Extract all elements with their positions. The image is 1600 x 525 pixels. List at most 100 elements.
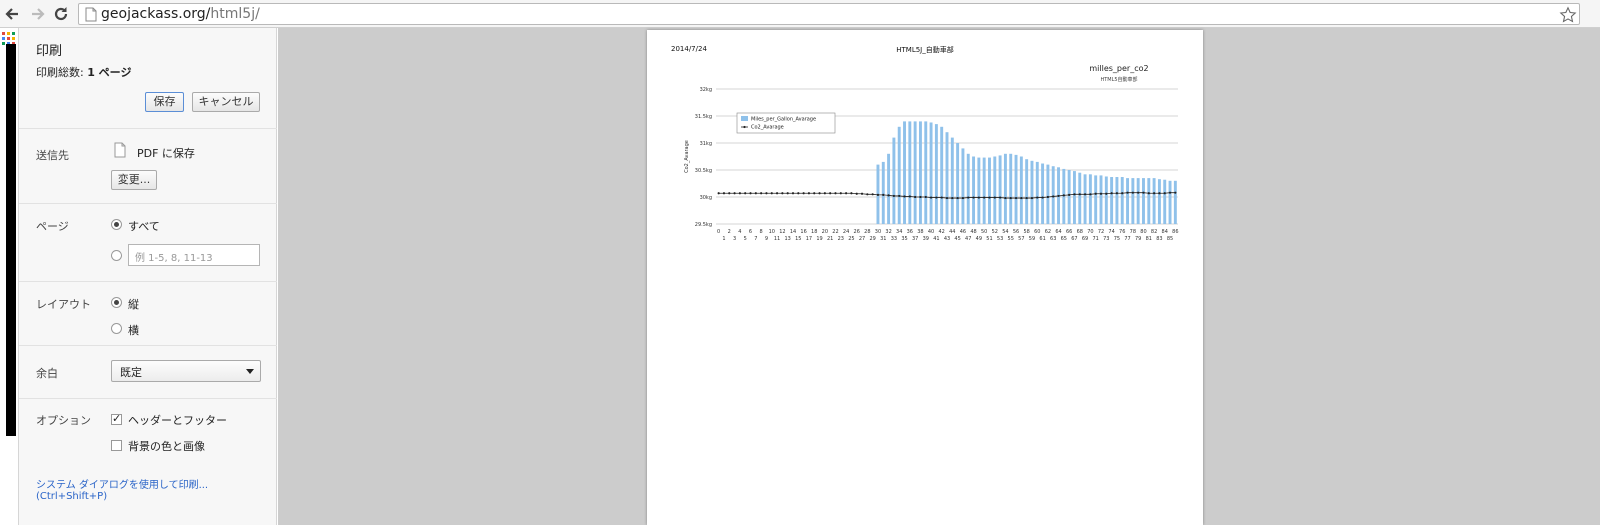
line-point xyxy=(1004,196,1007,200)
bar xyxy=(1030,160,1034,224)
pages-range-input[interactable]: 例 1-5, 8, 11-13 xyxy=(128,244,260,266)
forward-button[interactable] xyxy=(27,4,47,24)
legend-label: Miles_per_Gallon_Avarage xyxy=(751,117,816,123)
bar xyxy=(1019,156,1023,224)
x-tick-label: 63 xyxy=(1050,236,1056,242)
bookmark-star-icon[interactable] xyxy=(1559,6,1577,24)
margin-section: 余白 既定 xyxy=(19,345,277,398)
x-tick-label: 38 xyxy=(917,229,923,235)
x-tick-label: 48 xyxy=(970,229,976,235)
line-point xyxy=(983,196,986,199)
line-point xyxy=(887,194,890,197)
back-arrow-icon xyxy=(5,8,18,20)
reload-button[interactable] xyxy=(51,4,71,24)
system-dialog-link[interactable]: システム ダイアログを使用して印刷... (Ctrl+Shift+P) xyxy=(36,476,276,502)
bar xyxy=(903,121,906,224)
line-point xyxy=(754,192,757,195)
line-point xyxy=(898,194,901,198)
x-tick-label: 10 xyxy=(769,229,775,235)
bar xyxy=(1078,172,1082,224)
pages-range-radio[interactable] xyxy=(111,250,122,261)
line-point xyxy=(749,192,752,195)
address-bar[interactable]: geojackass.org/html5j/ xyxy=(78,3,1580,25)
x-tick-label: 51 xyxy=(986,236,992,242)
bar xyxy=(1067,170,1071,224)
forward-arrow-icon xyxy=(32,8,45,20)
line-point xyxy=(903,195,906,198)
header-footer-checkbox[interactable] xyxy=(111,412,122,425)
background-graphics-checkbox[interactable] xyxy=(111,440,122,451)
y-tick-label: 30kg xyxy=(700,195,712,201)
cancel-button[interactable]: キャンセル xyxy=(192,92,260,112)
x-tick-label: 39 xyxy=(923,236,929,242)
chart-subtitle: HTML5自動車部 xyxy=(1100,76,1137,83)
bar xyxy=(1003,153,1007,224)
x-tick-label: 21 xyxy=(827,236,833,242)
bar xyxy=(1041,163,1045,224)
x-tick-label: 74 xyxy=(1108,229,1114,235)
margin-select-value: 既定 xyxy=(120,366,142,379)
line-point xyxy=(733,192,736,195)
browser-toolbar: geojackass.org/html5j/ xyxy=(0,0,1600,28)
pages-all-label: すべて xyxy=(128,220,160,233)
x-tick-label: 2 xyxy=(728,229,731,235)
print-total: 印刷総数: 1 ページ xyxy=(36,66,132,79)
x-tick-label: 24 xyxy=(843,229,849,235)
x-tick-label: 30 xyxy=(875,229,881,235)
bar xyxy=(1046,164,1050,224)
line-point xyxy=(972,196,975,199)
layout-landscape-radio[interactable] xyxy=(111,323,122,334)
bar xyxy=(1014,154,1018,224)
line-point xyxy=(834,192,837,195)
line-point xyxy=(1126,191,1129,194)
url-text: geojackass.org/html5j/ xyxy=(101,6,260,22)
print-title: 印刷 xyxy=(36,44,63,59)
layout-portrait-radio[interactable] xyxy=(111,297,122,308)
layout-landscape-label: 横 xyxy=(128,324,139,337)
layout-label: レイアウト xyxy=(36,298,91,311)
legend-label: Co2_Avarage xyxy=(751,125,784,131)
line-point xyxy=(993,196,996,199)
chevron-down-icon xyxy=(246,369,254,374)
line-point xyxy=(1046,195,1049,199)
line-point xyxy=(770,192,773,195)
pages-section: ページ すべて 例 1-5, 8, 11-13 xyxy=(19,203,277,281)
back-button[interactable] xyxy=(3,4,23,24)
margin-select[interactable]: 既定 xyxy=(111,360,261,382)
bar xyxy=(1072,171,1076,224)
x-tick-label: 84 xyxy=(1162,229,1168,235)
y-tick-label: 32kg xyxy=(700,87,712,93)
options-section: オプション ヘッダーとフッター 背景の色と画像 xyxy=(19,398,277,456)
change-destination-button[interactable]: 変更... xyxy=(111,170,157,190)
x-tick-label: 22 xyxy=(832,229,838,235)
x-tick-label: 71 xyxy=(1093,236,1099,242)
line-point xyxy=(1041,196,1044,199)
bar xyxy=(961,148,965,224)
pages-all-radio[interactable] xyxy=(111,219,122,230)
line-point xyxy=(797,192,800,195)
x-tick-label: 68 xyxy=(1077,229,1083,235)
line-point xyxy=(1062,194,1065,197)
x-tick-label: 6 xyxy=(749,229,752,235)
x-tick-label: 86 xyxy=(1172,229,1178,235)
line-point xyxy=(760,192,763,195)
reload-icon xyxy=(54,7,68,21)
line-point xyxy=(738,192,741,195)
bar xyxy=(1131,178,1135,224)
line-point xyxy=(1094,192,1097,195)
line-point xyxy=(1115,192,1119,195)
x-tick-label: 17 xyxy=(806,236,812,242)
x-tick-label: 82 xyxy=(1151,229,1157,235)
x-tick-label: 1 xyxy=(722,236,725,242)
bar xyxy=(1009,153,1013,224)
bar xyxy=(1136,178,1140,224)
save-button[interactable]: 保存 xyxy=(145,92,184,112)
x-tick-label: 9 xyxy=(765,236,768,242)
bar xyxy=(1094,175,1098,224)
x-tick-label: 65 xyxy=(1061,236,1067,242)
margin-label: 余白 xyxy=(36,367,58,380)
bar xyxy=(913,121,917,224)
line-point xyxy=(823,192,826,195)
x-tick-label: 5 xyxy=(744,236,747,242)
line-point xyxy=(744,192,747,195)
